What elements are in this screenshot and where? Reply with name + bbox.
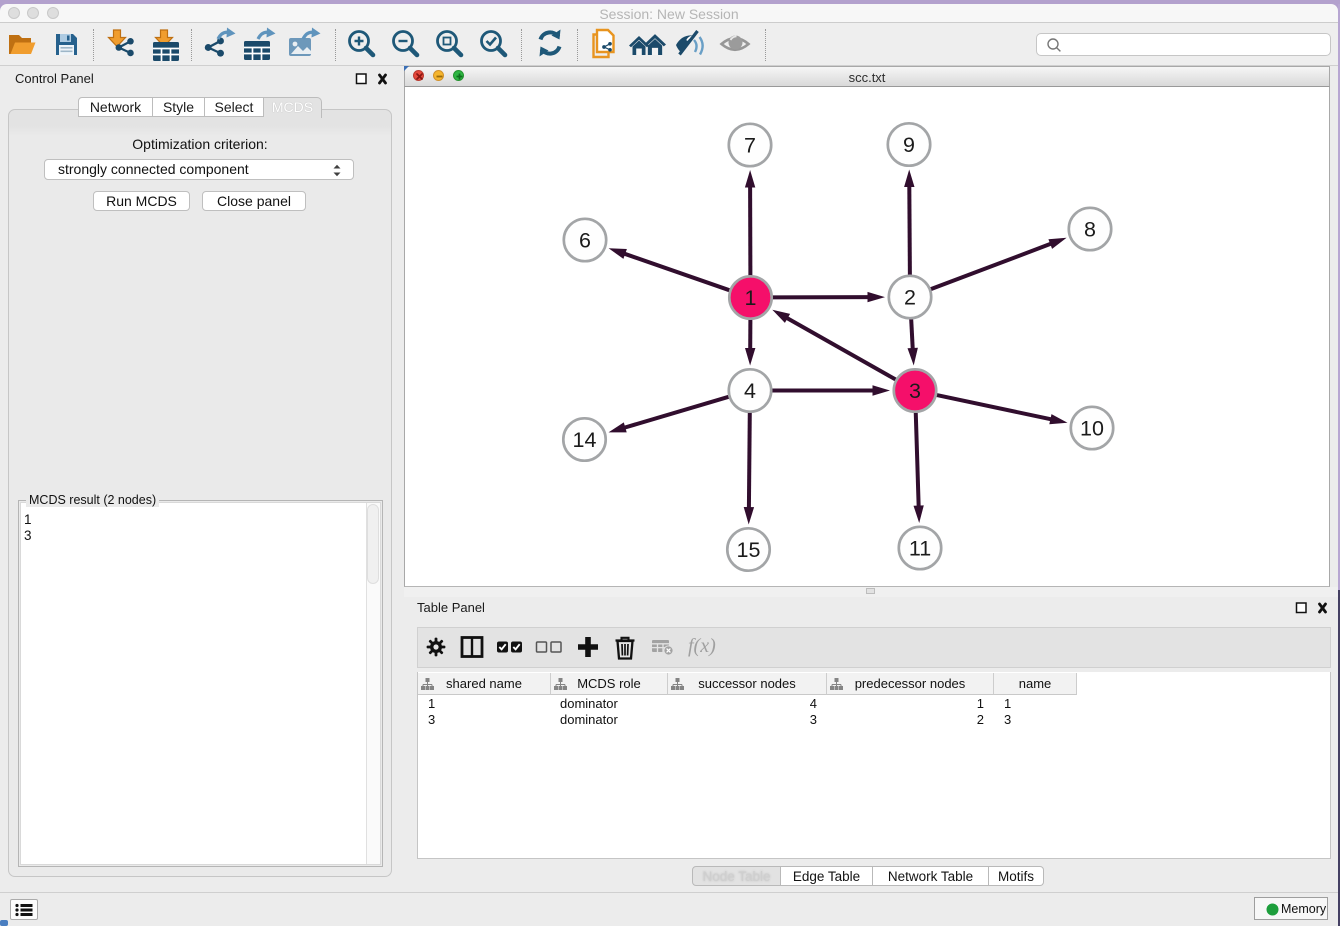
svg-text:2: 2 — [904, 286, 916, 310]
svg-text:10: 10 — [1080, 417, 1104, 441]
svg-text:6: 6 — [579, 229, 591, 253]
svg-text:8: 8 — [1084, 218, 1096, 242]
svg-text:4: 4 — [744, 379, 756, 403]
svg-text:15: 15 — [737, 538, 761, 562]
svg-text:14: 14 — [573, 428, 597, 452]
svg-text:3: 3 — [909, 379, 921, 403]
svg-text:1: 1 — [745, 286, 757, 310]
svg-text:7: 7 — [744, 134, 756, 158]
svg-text:9: 9 — [903, 133, 915, 157]
svg-text:11: 11 — [909, 537, 931, 561]
